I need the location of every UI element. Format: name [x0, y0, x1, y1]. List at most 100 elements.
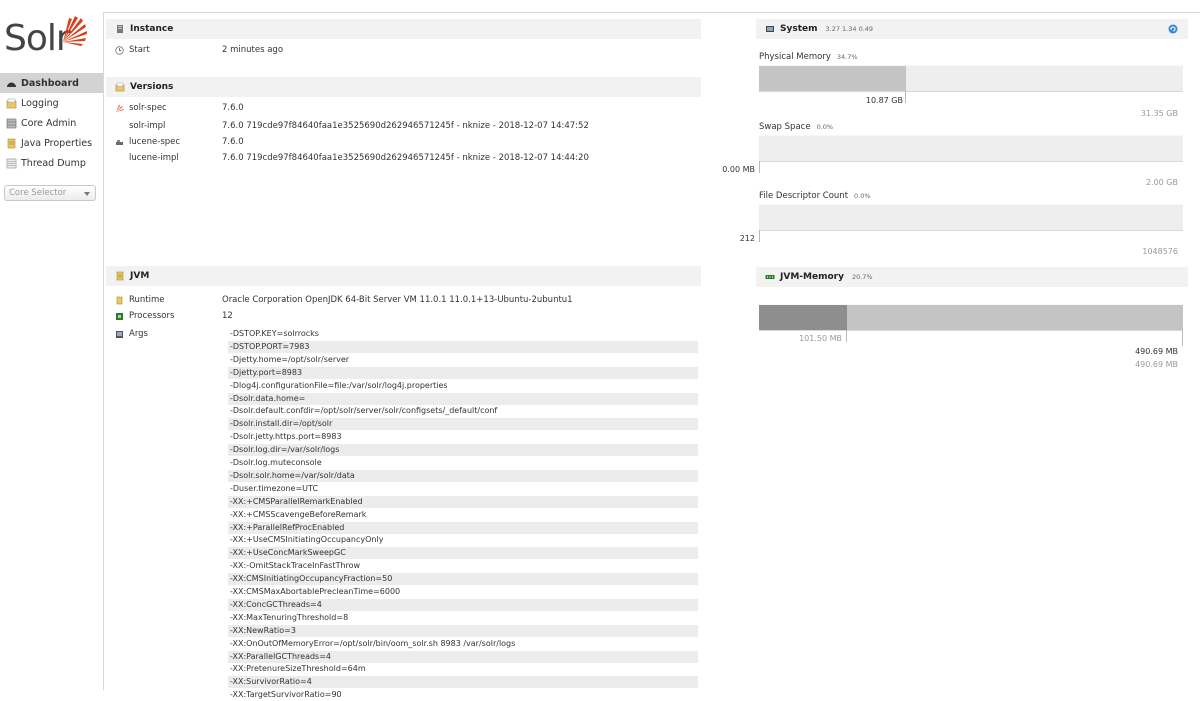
swap-space-bar	[759, 136, 1183, 161]
java-properties-icon	[7, 138, 16, 148]
nav-core-admin[interactable]: Core Admin	[0, 113, 103, 133]
jvm-arg: -Dsolr.default.confdir=/opt/solr/server/…	[230, 406, 498, 416]
swap-space-total: 2.00 GB	[1145, 178, 1178, 187]
jvm-title: JVM	[130, 271, 150, 281]
start-label: Start	[129, 45, 150, 55]
versions-icon	[115, 82, 125, 92]
core-selector-placeholder: Core Selector	[9, 188, 67, 198]
jvm-arg: -XX:MaxTenuringThreshold=8	[230, 612, 349, 622]
version-key: solr-impl	[129, 121, 166, 131]
jvm-arg: -XX:+UseConcMarkSweepGC	[228, 547, 698, 560]
processors-label: Processors	[129, 311, 175, 321]
jvm-arg: -XX:PretenureSizeThreshold=64m	[230, 664, 366, 674]
swap-space-title: Swap Space	[759, 122, 811, 132]
version-key: lucene-impl	[129, 153, 179, 163]
jvm-arg: -XX:+ParallelRefProcEnabled	[228, 521, 698, 534]
file-descriptor-label: File Descriptor Count 0.0%	[759, 191, 871, 201]
version-key: solr-spec	[129, 103, 167, 113]
physical-memory-used: 10.87 GB	[865, 96, 903, 105]
jvm-arg: -Dsolr.jetty.https.port=8983	[230, 432, 342, 442]
sidebar: Solr Dashboard Logging Core Admin Java P…	[0, 0, 103, 690]
jvm-memory-header: JVM-Memory 20.7%	[756, 267, 1188, 287]
jvm-arg: -Dlog4j.configurationFile=file:/var/solr…	[230, 380, 448, 390]
swap-space-tick	[759, 161, 760, 173]
jvm-arg: -XX:SurvivorRatio=4	[228, 676, 698, 689]
jvm-arg: -XX:ParallelGCThreads=4	[228, 650, 698, 663]
jvm-arg: -Dsolr.log.muteconsole	[230, 458, 322, 467]
jvm-arg: -DSTOP.KEY=solrrocks	[230, 329, 319, 338]
jvm-arg: -Duser.timezone=UTC	[230, 483, 319, 493]
memory-icon	[765, 275, 775, 279]
swap-space-used: 0.00 MB	[722, 165, 755, 174]
jvm-memory-bar	[759, 305, 1183, 330]
version-row-lucene-impl: lucene-impl 7.6.0 719cde97f84640faa1e352…	[106, 153, 589, 163]
args-label: Args	[129, 329, 148, 339]
version-value: 7.6.0	[222, 103, 244, 113]
nav-dashboard[interactable]: Dashboard	[0, 73, 103, 93]
jvm-arg: -Djetty.port=8983	[228, 366, 698, 379]
physical-memory-tick	[905, 91, 906, 103]
jvm-arg: -DSTOP.PORT=7983	[228, 340, 698, 353]
clock-icon	[115, 45, 124, 55]
refresh-icon[interactable]	[1168, 24, 1178, 34]
core-admin-icon	[6, 118, 17, 128]
jvm-arg: -XX:ConcGCThreads=4	[228, 598, 698, 611]
nav-logging[interactable]: Logging	[0, 93, 103, 113]
nav-java-properties-label: Java Properties	[21, 137, 93, 149]
version-value: 7.6.0	[222, 137, 244, 147]
jvm-arg: -XX:TargetSurvivorRatio=90	[230, 690, 342, 700]
runtime-icon	[116, 296, 123, 304]
version-row-lucene-spec: lucene-spec 7.6.0	[106, 137, 244, 147]
physical-memory-fill	[759, 66, 907, 91]
jvm-header: JVM	[106, 266, 701, 286]
jvm-arg: -XX:CMSMaxAbortablePrecleanTime=6000	[230, 587, 401, 596]
nav-core-admin-label: Core Admin	[21, 117, 77, 129]
system-icon	[766, 26, 774, 32]
physical-memory-title: Physical Memory	[759, 52, 831, 62]
file-descriptor-tick	[759, 230, 760, 242]
jvm-runtime-row: Runtime Oracle Corporation OpenJDK 64-Bi…	[106, 295, 573, 305]
jvm-memory-used-fill	[759, 305, 847, 330]
jvm-processors-row: Processors 12	[106, 311, 233, 321]
nav-java-properties[interactable]: Java Properties	[0, 133, 103, 153]
runtime-label: Runtime	[129, 295, 165, 305]
versions-header: Versions	[106, 77, 701, 97]
jvm-arg: -XX:NewRatio=3	[228, 624, 698, 637]
physical-memory-pct: 34.7%	[836, 53, 858, 61]
lucene-icon	[116, 139, 123, 145]
physical-memory-bar	[759, 66, 1183, 91]
system-header: System 3.27 1.34 0.49	[756, 19, 1188, 39]
jvm-memory-used: 101.50 MB	[799, 334, 842, 343]
jvm-icon	[116, 271, 124, 281]
jvm-memory-committed: 490.69 MB	[1135, 347, 1178, 356]
nav-dashboard-label: Dashboard	[21, 77, 79, 89]
instance-header: Instance	[106, 19, 701, 39]
dashboard-icon	[7, 82, 16, 87]
file-descriptor-used: 212	[739, 234, 755, 243]
version-row-solr-impl: solr-impl 7.6.0 719cde97f84640faa1e35256…	[106, 121, 589, 131]
version-row-solr-spec: solr-spec 7.6.0	[106, 103, 244, 113]
jvm-memory-max: 490.69 MB	[1135, 360, 1178, 369]
main-nav: Dashboard Logging Core Admin Java Proper…	[0, 73, 103, 173]
jvm-arg: -XX:OnOutOfMemoryError=/opt/solr/bin/oom…	[230, 638, 516, 648]
jvm-arg: -XX:-OmitStackTraceInFastThrow	[230, 561, 361, 571]
logging-icon	[6, 98, 17, 108]
system-load: 3.27 1.34 0.49	[825, 25, 874, 33]
file-descriptor-total: 1048576	[1142, 247, 1178, 256]
jvm-args-row: Args	[106, 329, 216, 339]
file-descriptor-title: File Descriptor Count	[759, 191, 849, 201]
nav-thread-dump-label: Thread Dump	[21, 157, 86, 169]
start-value: 2 minutes ago	[222, 45, 284, 55]
jvm-arg: -XX:+UseCMSInitiatingOccupancyOnly	[230, 535, 384, 545]
jvm-memory-used-tick	[846, 330, 847, 342]
instance-title: Instance	[130, 24, 174, 34]
jvm-arg: -XX:+CMSParallelRemarkEnabled	[228, 495, 698, 508]
jvm-arg: -XX:+CMSScavengeBeforeRemark	[230, 509, 367, 519]
instance-icon	[117, 25, 123, 33]
physical-memory-label: Physical Memory 34.7%	[759, 52, 858, 62]
runtime-value: Oracle Corporation OpenJDK 64-Bit Server…	[222, 295, 573, 305]
core-selector-dropdown[interactable]: Core Selector	[4, 185, 96, 201]
nav-thread-dump[interactable]: Thread Dump	[0, 153, 103, 173]
solr-logo[interactable]: Solr	[2, 12, 100, 60]
physical-memory-total: 31.35 GB	[1140, 109, 1178, 118]
